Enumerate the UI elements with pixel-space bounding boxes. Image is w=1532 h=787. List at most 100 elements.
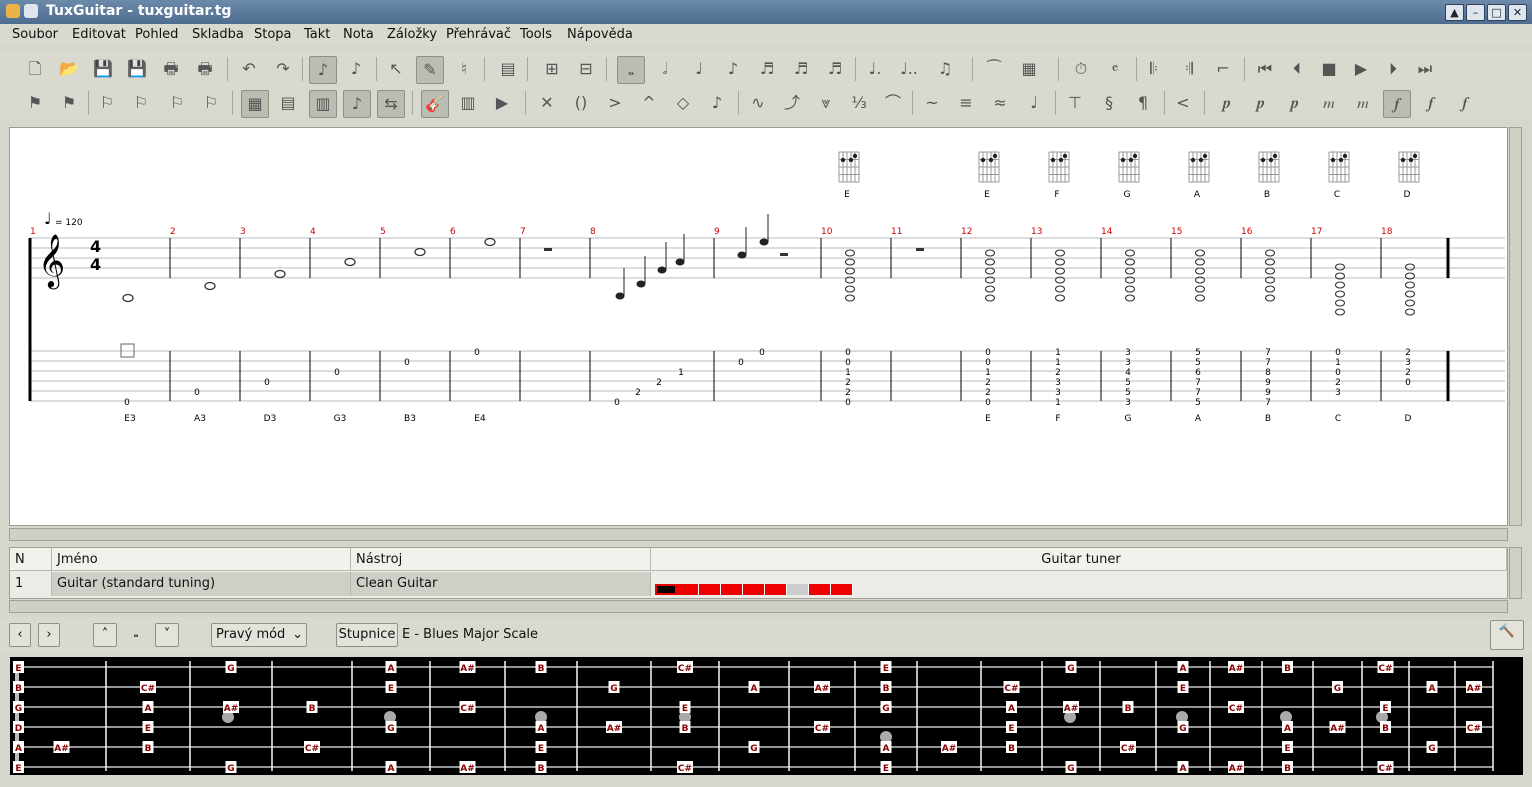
tab-fret-number[interactable]: 0 bbox=[985, 358, 991, 368]
slide-icon[interactable]: ⅓ bbox=[846, 90, 872, 116]
note-head[interactable] bbox=[1054, 258, 1066, 266]
tab-fret-number[interactable]: 2 bbox=[635, 388, 641, 398]
note-head[interactable] bbox=[1404, 290, 1416, 298]
note-head[interactable] bbox=[984, 267, 996, 275]
tab-fret-number[interactable]: 2 bbox=[1055, 368, 1061, 378]
tab-fret-number[interactable]: 0 bbox=[334, 368, 340, 378]
chevron-down-icon[interactable]: ˅ bbox=[155, 623, 179, 647]
remove-measure-icon[interactable]: ⊟ bbox=[573, 56, 599, 82]
dynamic-mp-icon[interactable]: 𝆐 bbox=[1316, 90, 1342, 116]
redo-icon[interactable]: ↷ bbox=[270, 56, 296, 82]
previous-icon[interactable]: ⏴ bbox=[1284, 56, 1310, 82]
close-icon[interactable]: ✕ bbox=[1508, 4, 1527, 21]
note-head[interactable] bbox=[1124, 267, 1136, 275]
col-header-n[interactable]: N bbox=[10, 548, 52, 571]
tab-fret-number[interactable]: 8 bbox=[1265, 368, 1271, 378]
double-dotted-icon[interactable]: ♩.. bbox=[896, 56, 922, 82]
note-head[interactable] bbox=[844, 267, 856, 275]
harmonic-icon[interactable]: ◇ bbox=[670, 90, 696, 116]
tab-fret-number[interactable]: 7 bbox=[1265, 398, 1271, 408]
tracks-horizontal-scrollbar[interactable] bbox=[9, 600, 1508, 613]
note-view-icon[interactable]: ♪ bbox=[343, 90, 371, 118]
note-head[interactable] bbox=[844, 294, 856, 302]
fretboard[interactable]: E B G D A E G A A# B C# E G A A# B C# C# E G A A# B C# E G A A# A A# B… bbox=[10, 657, 1523, 775]
tab-fret-number[interactable]: 0 bbox=[404, 358, 410, 368]
note-head[interactable] bbox=[1334, 263, 1346, 271]
menu-pohled[interactable]: Pohled bbox=[135, 27, 178, 42]
tab-fret-number[interactable]: 0 bbox=[1335, 348, 1341, 358]
note-head[interactable] bbox=[1404, 281, 1416, 289]
tab-fret-number[interactable]: 3 bbox=[1125, 398, 1131, 408]
palm-mute-icon[interactable]: ≈ bbox=[987, 90, 1013, 116]
dynamic-p-icon[interactable]: 𝆏 bbox=[1282, 90, 1308, 116]
tab-fret-number[interactable]: 0 bbox=[985, 348, 991, 358]
tab-fret-number[interactable]: 0 bbox=[845, 348, 851, 358]
chord-diagram[interactable] bbox=[1398, 151, 1420, 183]
tab-fret-number[interactable]: 7 bbox=[1195, 388, 1201, 398]
track-number[interactable]: 1 bbox=[10, 572, 52, 596]
tab-fret-number[interactable]: 0 bbox=[1405, 378, 1411, 388]
note-head[interactable] bbox=[1194, 285, 1206, 293]
next-marker-icon[interactable]: ⚐ bbox=[164, 90, 190, 116]
add-marker-icon[interactable]: ⚑ bbox=[22, 90, 48, 116]
chevron-up-icon[interactable]: ˄ bbox=[93, 623, 117, 647]
note-head[interactable] bbox=[675, 258, 685, 266]
chord-diagram[interactable] bbox=[1048, 151, 1070, 183]
note-head[interactable] bbox=[414, 247, 426, 257]
tab-fret-number[interactable]: 0 bbox=[845, 358, 851, 368]
dynamic-ff-icon[interactable]: 𝆑 bbox=[1418, 90, 1444, 116]
open-string-label[interactable]: E bbox=[15, 764, 21, 774]
add-measure-icon[interactable]: ⊞ bbox=[539, 56, 565, 82]
alternate-ending-icon[interactable]: ⌐ bbox=[1210, 56, 1236, 82]
video-icon[interactable]: ▶ bbox=[489, 90, 515, 116]
note-head[interactable] bbox=[657, 266, 667, 274]
note-head[interactable] bbox=[844, 285, 856, 293]
next-icon[interactable]: ⏵ bbox=[1380, 56, 1406, 82]
track-instrument[interactable]: Clean Guitar bbox=[351, 572, 651, 596]
menu-editovat[interactable]: Editovat bbox=[72, 27, 126, 42]
score-vertical-scrollbar[interactable] bbox=[1509, 127, 1522, 526]
note-head[interactable] bbox=[984, 249, 996, 257]
staccato-icon[interactable]: ♩ bbox=[1021, 90, 1047, 116]
tuplet-icon[interactable]: ♫ bbox=[932, 56, 958, 82]
col-header-tuner[interactable]: Guitar tuner bbox=[651, 548, 1507, 571]
track-name[interactable]: Guitar (standard tuning) bbox=[52, 572, 351, 596]
trill-icon[interactable]: ~ bbox=[919, 90, 945, 116]
minimize-icon[interactable]: – bbox=[1466, 4, 1485, 21]
note-head[interactable] bbox=[1334, 299, 1346, 307]
fretboard-icon[interactable]: 🎸 bbox=[421, 90, 449, 118]
accent-icon[interactable]: > bbox=[602, 90, 628, 116]
note-head[interactable] bbox=[1334, 308, 1346, 316]
tie-icon[interactable]: ⁀ bbox=[981, 56, 1007, 82]
note-head[interactable] bbox=[1194, 294, 1206, 302]
tab-fret-number[interactable]: 3 bbox=[1055, 388, 1061, 398]
settings-hammer-icon[interactable]: 🔨 bbox=[1490, 620, 1524, 650]
new-file-icon[interactable]: 🗋 bbox=[22, 56, 48, 82]
tab-fret-number[interactable]: 5 bbox=[1125, 378, 1131, 388]
shade-icon[interactable]: ▲ bbox=[1445, 4, 1464, 21]
tab-fret-number[interactable]: 2 bbox=[985, 388, 991, 398]
dynamic-ppp-icon[interactable]: 𝆏 bbox=[1214, 90, 1240, 116]
note-head[interactable] bbox=[1264, 258, 1276, 266]
tab-fret-number[interactable]: 0 bbox=[845, 398, 851, 408]
note-head[interactable] bbox=[1264, 267, 1276, 275]
tab-fret-number[interactable]: 2 bbox=[656, 378, 662, 388]
tab-fret-number[interactable]: 9 bbox=[1265, 388, 1271, 398]
dynamic-fff-icon[interactable]: 𝆑 bbox=[1452, 90, 1478, 116]
note-head[interactable] bbox=[737, 251, 747, 259]
note-head[interactable] bbox=[1124, 285, 1136, 293]
save-icon[interactable]: 💾 bbox=[90, 56, 116, 82]
note-head[interactable] bbox=[122, 293, 134, 303]
note-head[interactable] bbox=[1124, 294, 1136, 302]
tab-fret-number[interactable]: 2 bbox=[985, 378, 991, 388]
properties-icon[interactable]: ▤ bbox=[495, 56, 521, 82]
note-head[interactable] bbox=[1194, 267, 1206, 275]
tremolo-picking-icon[interactable]: ≡ bbox=[953, 90, 979, 116]
note-head[interactable] bbox=[1054, 267, 1066, 275]
tab-fret-number[interactable]: 1 bbox=[985, 368, 991, 378]
note-head[interactable] bbox=[636, 280, 646, 288]
menu-zalozky[interactable]: Záložky bbox=[387, 27, 437, 42]
note-head[interactable] bbox=[1264, 249, 1276, 257]
menu-napoveda[interactable]: Nápověda bbox=[567, 27, 633, 42]
stop-icon[interactable]: ■ bbox=[1316, 56, 1342, 82]
